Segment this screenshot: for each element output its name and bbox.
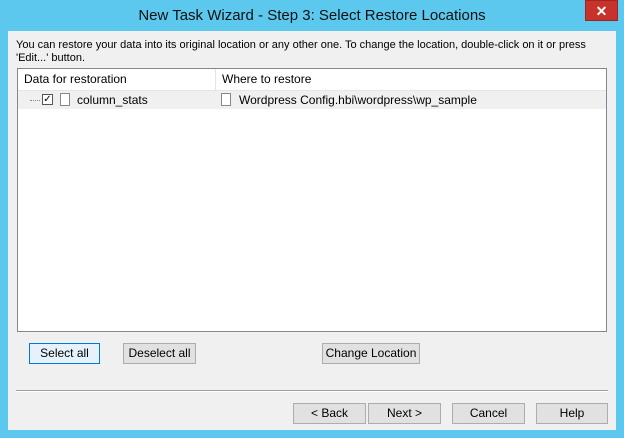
help-button[interactable]: Help bbox=[536, 403, 608, 424]
document-icon bbox=[60, 93, 70, 106]
select-all-button[interactable]: Select all bbox=[29, 343, 100, 364]
row-data-name: column_stats bbox=[77, 93, 148, 107]
next-button[interactable]: Next > bbox=[368, 403, 441, 424]
column-header-destination[interactable]: Where to restore bbox=[216, 69, 606, 90]
restore-locations-table[interactable]: Data for restoration Where to restore ✓ … bbox=[17, 68, 607, 332]
column-header-data[interactable]: Data for restoration bbox=[18, 69, 216, 90]
checkmark-icon: ✓ bbox=[43, 94, 52, 105]
close-icon: ✕ bbox=[595, 3, 608, 19]
window-title: New Task Wizard - Step 3: Select Restore… bbox=[138, 7, 486, 24]
row-checkbox[interactable]: ✓ bbox=[42, 94, 53, 105]
wizard-window: New Task Wizard - Step 3: Select Restore… bbox=[0, 0, 624, 438]
deselect-all-button[interactable]: Deselect all bbox=[123, 343, 196, 364]
table-row[interactable]: ✓ column_stats Wordpress Config.hbi\word… bbox=[18, 91, 606, 109]
cancel-button[interactable]: Cancel bbox=[452, 403, 525, 424]
back-button[interactable]: < Back bbox=[293, 403, 366, 424]
table-header: Data for restoration Where to restore bbox=[18, 69, 606, 91]
close-button[interactable]: ✕ bbox=[585, 0, 618, 21]
tree-connector bbox=[30, 100, 40, 102]
title-bar[interactable]: New Task Wizard - Step 3: Select Restore… bbox=[0, 0, 624, 31]
wizard-client-area: You can restore your data into its origi… bbox=[8, 31, 616, 430]
footer-separator bbox=[16, 390, 608, 392]
row-destination[interactable]: Wordpress Config.hbi\wordpress\wp_sample bbox=[239, 91, 477, 109]
change-location-button[interactable]: Change Location bbox=[322, 343, 420, 364]
document-icon bbox=[221, 93, 231, 106]
instruction-text: You can restore your data into its origi… bbox=[16, 39, 586, 64]
